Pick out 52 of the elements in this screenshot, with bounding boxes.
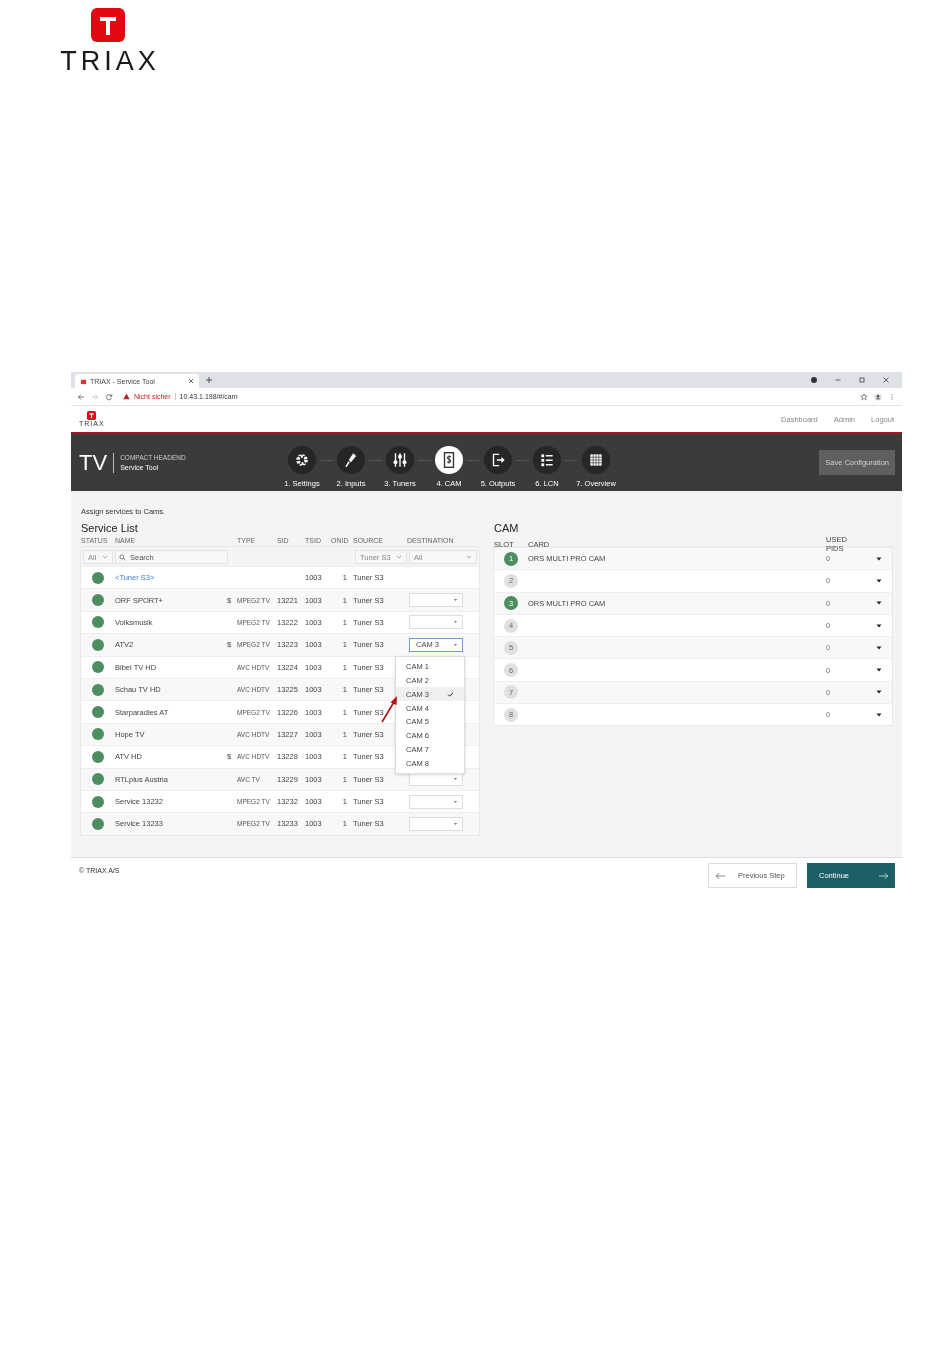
close-icon[interactable] — [882, 376, 890, 384]
logo-icon — [91, 8, 125, 42]
warning-icon — [123, 393, 130, 400]
caret-icon[interactable] — [876, 556, 882, 561]
star-icon[interactable] — [860, 392, 868, 401]
sliders-icon — [391, 450, 409, 469]
minimize-icon[interactable] — [834, 376, 842, 384]
caret-icon — [453, 642, 458, 647]
caret-icon — [453, 822, 458, 826]
status-dot — [92, 750, 104, 763]
caret-icon — [453, 620, 458, 625]
search-icon — [119, 553, 126, 561]
new-tab-icon[interactable] — [205, 376, 213, 384]
logo-wordmark: TRIAX — [59, 48, 160, 74]
arrow-right-icon — [878, 871, 889, 880]
status-dot — [92, 616, 104, 629]
reload-icon[interactable] — [105, 392, 113, 401]
checkmark-icon — [447, 691, 454, 697]
account-icon[interactable] — [874, 392, 882, 401]
caret-icon[interactable] — [876, 578, 882, 583]
back-icon[interactable] — [77, 392, 85, 401]
chevron-icon — [466, 555, 472, 559]
favicon-icon — [80, 377, 87, 385]
caret-icon[interactable] — [876, 623, 882, 628]
status-dot — [92, 594, 104, 607]
product-label: TV — [79, 449, 108, 476]
status-dot — [92, 661, 104, 674]
section-title: CAM — [494, 522, 520, 535]
status-dot — [92, 818, 104, 830]
status-dot — [92, 795, 104, 808]
profile-icon[interactable] — [810, 376, 818, 384]
status-dot — [92, 571, 104, 584]
section-title: Service List — [81, 522, 139, 535]
restore-icon[interactable] — [858, 376, 866, 384]
caret-icon — [453, 598, 458, 603]
chevron-icon — [396, 555, 402, 559]
caret-icon[interactable] — [876, 601, 882, 606]
status-dot — [92, 638, 104, 651]
status-dot — [92, 773, 104, 786]
caret-icon[interactable] — [876, 690, 882, 695]
chevron-icon — [102, 555, 108, 559]
caret-icon[interactable] — [876, 712, 882, 717]
status-dot — [92, 683, 104, 696]
caret-icon[interactable] — [876, 668, 882, 673]
caret-icon[interactable] — [876, 645, 882, 650]
close-icon[interactable] — [188, 378, 194, 384]
caret-icon — [453, 799, 458, 804]
caret-icon — [453, 777, 458, 782]
status-dot — [92, 728, 104, 741]
status-dot — [92, 706, 104, 719]
logo-icon — [87, 411, 97, 420]
arrow-left-icon — [715, 871, 726, 880]
